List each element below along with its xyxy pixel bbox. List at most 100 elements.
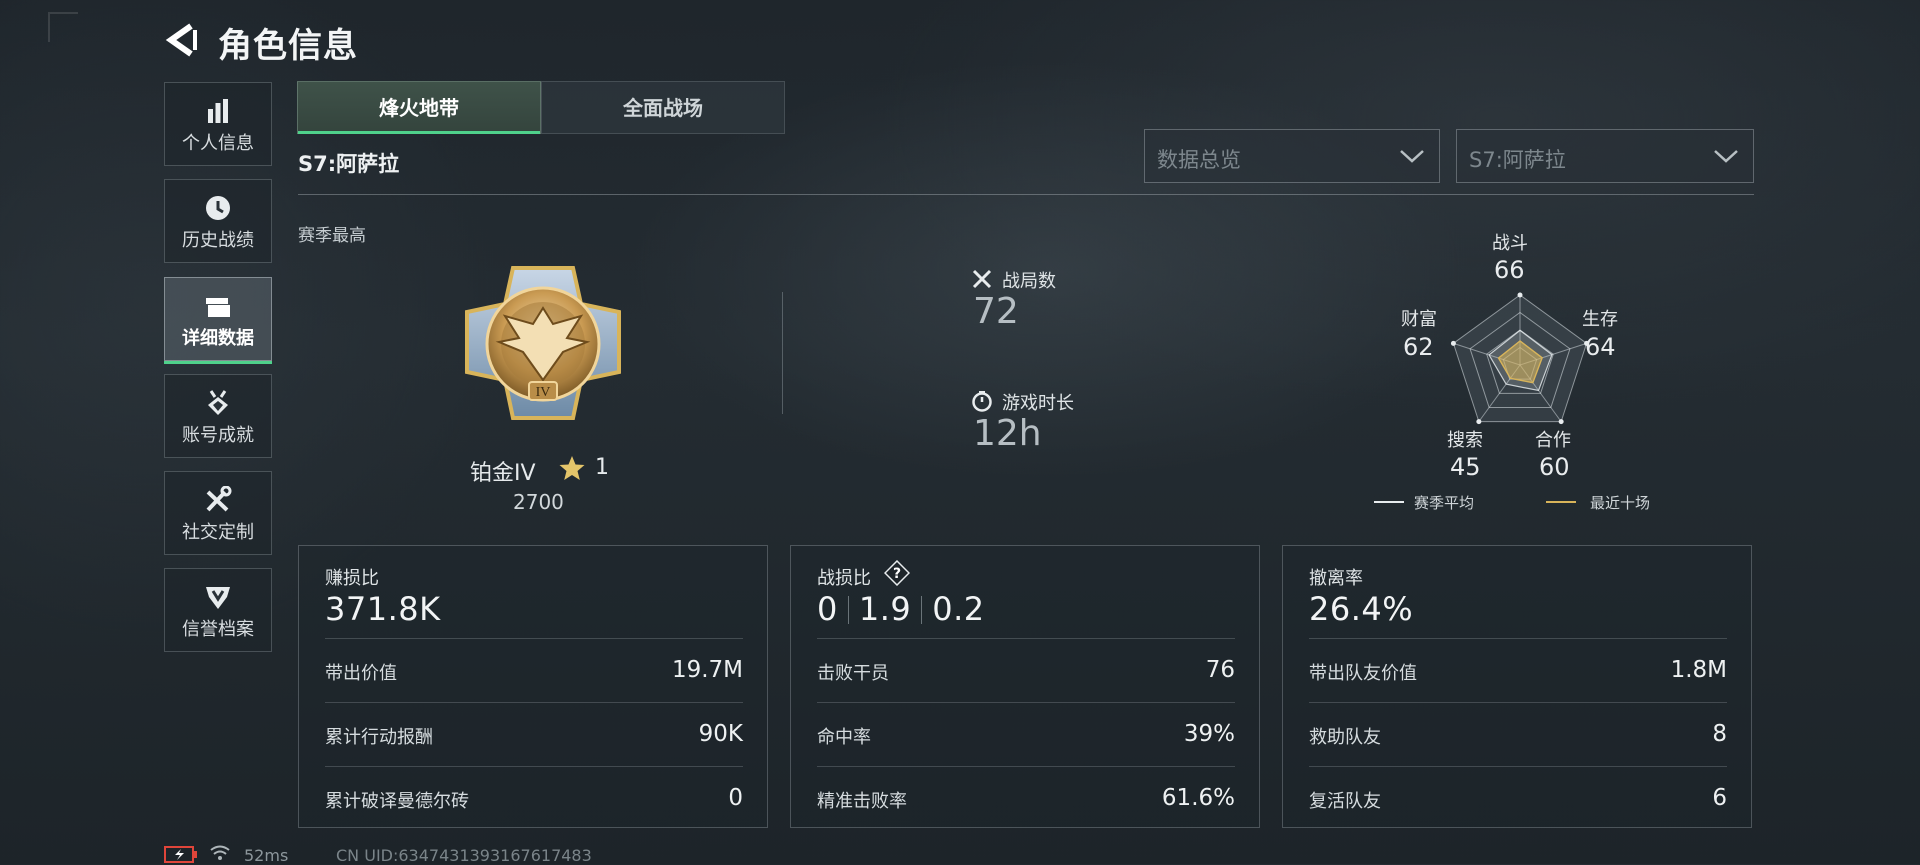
stat-value: 90K (698, 721, 743, 747)
kd-values: 0 1.9 0.2 (817, 590, 985, 628)
extract-value: 26.4% (1309, 590, 1414, 628)
stat-key: 复活队友 (1309, 791, 1381, 812)
stat-value: 61.6% (1161, 785, 1235, 811)
battery-icon (164, 846, 197, 863)
stat-key: 带出价值 (325, 663, 397, 684)
radar-vertex-teamwork (1558, 419, 1564, 425)
radar-label-teamwork: 合作 (1535, 430, 1571, 451)
season-dropdown[interactable]: S7:阿萨拉 (1456, 129, 1754, 183)
kd-value-2: 1.9 (858, 590, 912, 628)
stat-value: 76 (1205, 657, 1235, 683)
games-label: 战局数 (1002, 271, 1056, 292)
stat-row: 击败干员 76 (817, 638, 1235, 703)
season-best-label: 赛季最高 (298, 226, 366, 246)
kd-panel: 战损比 0 1.9 0.2 击败干员 76 命中率 39% 精准击败率 61.6% (790, 545, 1260, 828)
radar-label-survival: 生存 (1582, 309, 1618, 330)
stat-value: 19.7M (671, 657, 743, 683)
stat-key: 命中率 (817, 727, 871, 748)
stat-row: 命中率 39% (817, 702, 1235, 767)
radar-vertex-combat (1517, 292, 1523, 298)
sidebar-item-label: 详细数据 (182, 328, 254, 349)
radar-vertex-search (1476, 419, 1482, 425)
sidebar-item-label: 账号成就 (182, 425, 254, 446)
stat-row: 累计行动报酬 90K (325, 702, 743, 767)
tab-battlefield[interactable]: 全面战场 (541, 81, 785, 134)
profit-title: 赚损比 (325, 568, 379, 589)
vertical-divider (782, 292, 783, 414)
radar-value-search: 45 (1450, 453, 1481, 481)
kd-value-3: 0.2 (932, 590, 985, 628)
radar-value-survival: 64 (1585, 333, 1616, 361)
shield-icon (206, 587, 230, 609)
sidebar-item-social[interactable]: 社交定制 (164, 471, 272, 555)
sidebar-item-history[interactable]: 历史战绩 (164, 179, 272, 263)
playtime-value: 12h (973, 413, 1042, 454)
kd-value-1: 0 (817, 590, 838, 628)
sidebar-item-achievements[interactable]: 账号成就 (164, 374, 272, 458)
sidebar-item-label: 信誉档案 (182, 619, 254, 640)
tab-warzone[interactable]: 烽火地带 (297, 81, 541, 134)
help-question-icon[interactable]: ? (884, 560, 910, 586)
kd-separator (847, 596, 849, 624)
stat-key: 累计破译曼德尔砖 (325, 791, 469, 812)
corner-decoration (48, 12, 78, 42)
dropdown-value: 数据总览 (1157, 148, 1241, 172)
radar-label-combat: 战斗 (1492, 233, 1528, 254)
sidebar-item-label: 个人信息 (182, 133, 254, 154)
divider (298, 194, 1754, 195)
svg-text:IV: IV (536, 385, 551, 400)
radar-value-combat: 66 (1494, 256, 1525, 284)
radar-value-teamwork: 60 (1539, 453, 1570, 481)
sidebar-item-detail-data[interactable]: 详细数据 (164, 277, 272, 364)
folder-icon (206, 298, 230, 317)
radar-vertex-wealth (1450, 340, 1456, 346)
extract-panel: 撤离率 26.4% 带出队友价值 1.8M 救助队友 8 复活队友 6 (1282, 545, 1752, 828)
clock-icon (206, 196, 230, 220)
stat-value: 39% (1183, 721, 1235, 747)
sidebar-item-personal-info[interactable]: 个人信息 (164, 82, 272, 166)
tools-icon (206, 486, 232, 512)
stat-value: 1.8M (1670, 657, 1727, 683)
rank-star-count: 1 (595, 455, 609, 480)
stat-row: 带出队友价值 1.8M (1309, 638, 1727, 703)
sidebar-item-label: 历史战绩 (182, 230, 254, 251)
legend-recent-label: 最近十场 (1590, 494, 1651, 512)
stat-key: 击败干员 (817, 663, 889, 684)
legend-season-line (1374, 501, 1404, 503)
legend-recent-line (1546, 501, 1576, 503)
rank-badge-icon: IV (465, 266, 621, 420)
season-title: S7:阿萨拉 (298, 152, 400, 176)
svg-text:?: ? (893, 566, 901, 582)
dropdown-value: S7:阿萨拉 (1469, 148, 1566, 172)
extract-title: 撤离率 (1309, 568, 1363, 589)
stat-key: 精准击败率 (817, 791, 907, 812)
stat-row: 带出价值 19.7M (325, 638, 743, 703)
playtime-label: 游戏时长 (1002, 393, 1074, 414)
profit-panel: 赚损比 371.8K 带出价值 19.7M 累计行动报酬 90K 累计破译曼德尔… (298, 545, 768, 828)
stat-value: 6 (1712, 785, 1727, 811)
sidebar-item-credit[interactable]: 信誉档案 (164, 568, 272, 652)
stat-key: 救助队友 (1309, 727, 1381, 748)
kd-title: 战损比 (817, 568, 871, 589)
chevron-down-icon (1714, 150, 1738, 163)
radar-label-wealth: 财富 (1401, 309, 1437, 330)
stat-key: 带出队友价值 (1309, 663, 1417, 684)
page-title: 角色信息 (218, 26, 358, 66)
radar-value-wealth: 62 (1403, 333, 1434, 361)
stat-key: 累计行动报酬 (325, 727, 433, 748)
radar-label-search: 搜索 (1447, 430, 1483, 451)
back-arrow-icon[interactable] (163, 20, 199, 60)
stat-value: 0 (728, 785, 743, 811)
data-view-dropdown[interactable]: 数据总览 (1144, 129, 1440, 183)
stopwatch-icon (972, 391, 992, 412)
stat-row: 累计破译曼德尔砖 0 (325, 766, 743, 831)
bar-chart-icon (208, 99, 228, 123)
games-value: 72 (973, 291, 1019, 332)
stat-row: 精准击败率 61.6% (817, 766, 1235, 831)
star-icon (559, 456, 585, 480)
stat-row: 救助队友 8 (1309, 702, 1727, 767)
uid-text: CN UID:6347431393167617483 (336, 846, 592, 865)
crossed-swords-icon (972, 269, 992, 289)
stat-value: 8 (1712, 721, 1727, 747)
stat-row: 复活队友 6 (1309, 766, 1727, 831)
